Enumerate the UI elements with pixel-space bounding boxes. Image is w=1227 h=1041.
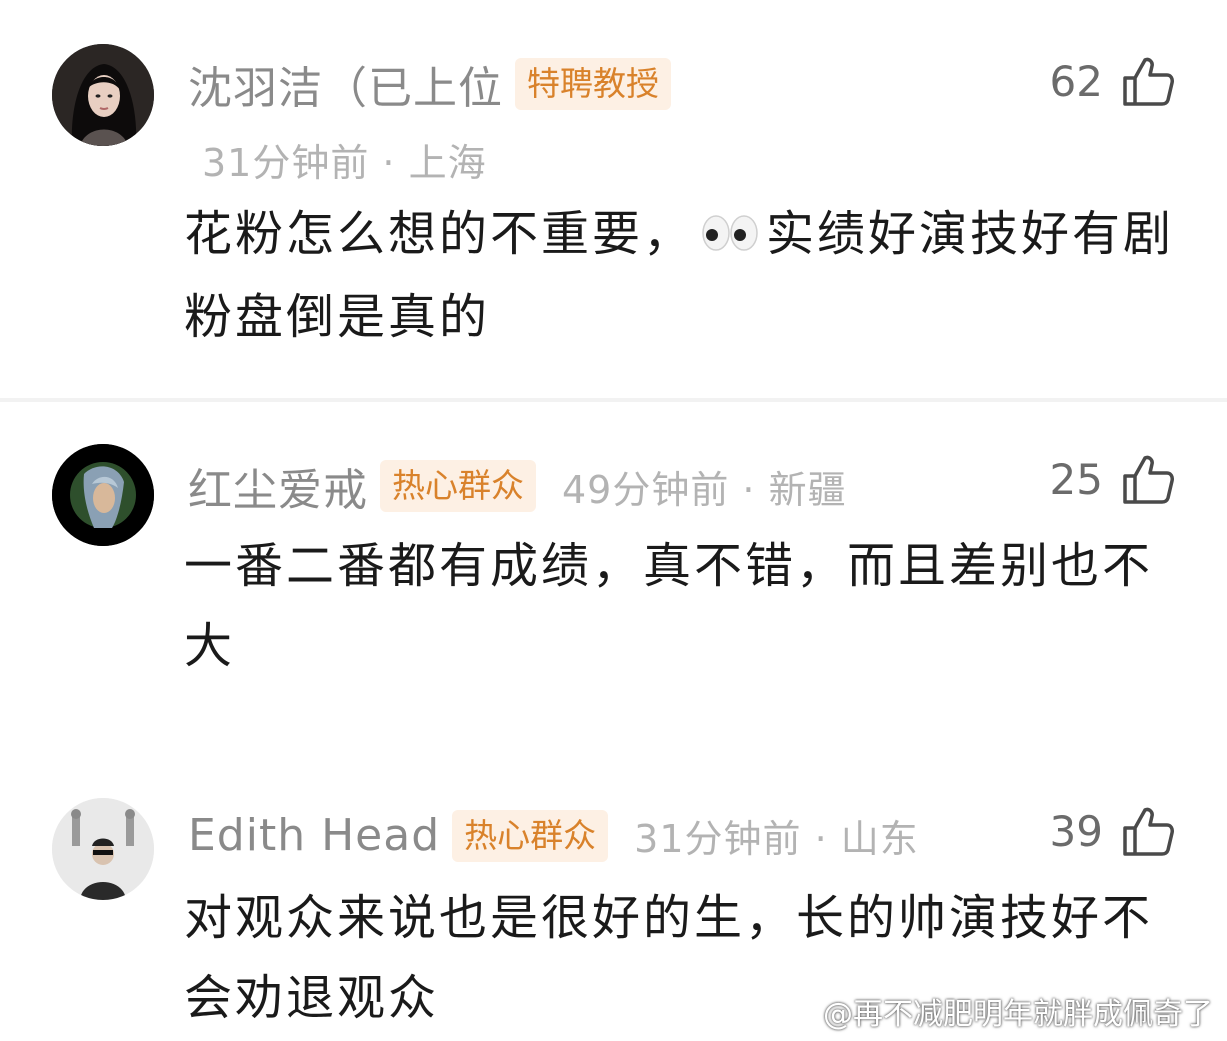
thumbs-up-icon (1121, 804, 1175, 858)
comment-item: 沈羽洁（已上位 特聘教授 62 31分钟前 · 上海 花粉怎么想的不重要， 实绩好… (0, 0, 1227, 398)
comment-text: 花粉怎么想的不重要， 实绩好演技好有剧粉盘倒是真的 (184, 194, 1184, 357)
avatar[interactable] (52, 444, 154, 546)
like-count: 39 (1049, 806, 1103, 856)
like-button[interactable]: 39 (1050, 804, 1175, 858)
avatar[interactable] (52, 798, 154, 900)
eyes-emoji-icon (700, 197, 760, 277)
like-button[interactable]: 25 (1050, 452, 1175, 506)
comment-header: 沈羽洁（已上位 特聘教授 (188, 52, 671, 116)
comment-header: Edith Head 热心群众 31分钟前 · 山东 (188, 808, 919, 863)
user-badge: 热心群众 (452, 809, 609, 862)
user-badge: 特聘教授 (515, 58, 671, 110)
avatar[interactable] (52, 44, 154, 146)
comment-meta: 31分钟前 · 山东 (634, 817, 919, 861)
comment-text: 一番二番都有成绩，真不错，而且差别也不大 (184, 538, 1154, 674)
thumbs-up-icon (1121, 54, 1175, 108)
user-badge: 热心群众 (380, 460, 536, 512)
thumbs-up-icon (1121, 452, 1175, 506)
comment-meta: 31分钟前 · 上海 (202, 141, 487, 185)
comment-item: 红尘爱戒 热心群众 49分钟前 · 新疆 25 一番二番都有成绩，真不错，而且差… (0, 402, 1227, 762)
like-count: 25 (1049, 454, 1103, 504)
like-count: 62 (1049, 56, 1103, 106)
comment-text-part: 花粉怎么想的不重要， (184, 206, 695, 262)
username[interactable]: 沈羽洁（已上位 (188, 52, 503, 116)
weibo-logo-icon (777, 991, 823, 1031)
comment-header: 红尘爱戒 热心群众 49分钟前 · 新疆 (188, 454, 847, 518)
watermark: @再不减肥明年就胖成佩奇了 (777, 989, 1213, 1033)
username[interactable]: 红尘爱戒 (188, 454, 368, 518)
watermark-text: @再不减肥明年就胖成佩奇了 (823, 997, 1213, 1032)
username[interactable]: Edith Head (188, 810, 440, 861)
comment-meta: 49分钟前 · 新疆 (562, 467, 847, 512)
like-button[interactable]: 62 (1050, 54, 1175, 108)
